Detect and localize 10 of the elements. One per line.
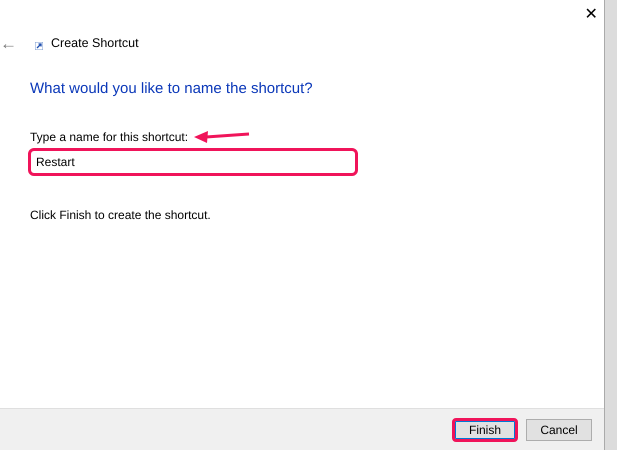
back-button[interactable]: ← <box>0 34 23 52</box>
field-label: Type a name for this shortcut: <box>30 128 188 146</box>
wizard-button[interactable]: Cancel <box>526 418 592 440</box>
close-button[interactable]: ✕ <box>578 2 604 28</box>
heading: What would you like to name the shortcut? <box>30 79 314 99</box>
window-title: Create Shortcut <box>51 34 139 52</box>
wizard-button[interactable]: Finish <box>452 418 518 442</box>
name-input-field[interactable]: Restart <box>28 148 358 176</box>
shortcut-arrow-icon <box>35 42 43 50</box>
instruction-text: Click Finish to create the shortcut. <box>30 206 212 224</box>
